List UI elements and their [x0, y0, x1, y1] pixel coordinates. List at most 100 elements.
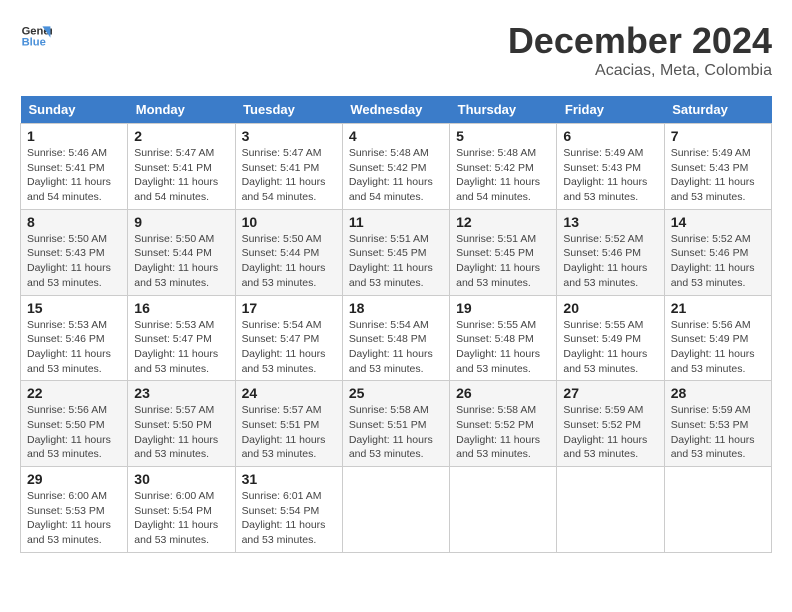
- header-day-tuesday: Tuesday: [235, 96, 342, 124]
- day-info: Sunrise: 5:51 AMSunset: 5:45 PMDaylight:…: [456, 232, 550, 291]
- day-number: 14: [671, 214, 765, 230]
- day-number: 6: [563, 128, 657, 144]
- day-info: Sunrise: 5:58 AMSunset: 5:51 PMDaylight:…: [349, 403, 443, 462]
- day-number: 3: [242, 128, 336, 144]
- day-info: Sunrise: 5:52 AMSunset: 5:46 PMDaylight:…: [671, 232, 765, 291]
- day-number: 20: [563, 300, 657, 316]
- day-info: Sunrise: 5:50 AMSunset: 5:44 PMDaylight:…: [242, 232, 336, 291]
- day-number: 19: [456, 300, 550, 316]
- day-cell-20: 20 Sunrise: 5:55 AMSunset: 5:49 PMDayligh…: [557, 295, 664, 381]
- week-row-4: 22 Sunrise: 5:56 AMSunset: 5:50 PMDayligh…: [21, 381, 772, 467]
- empty-cell: [557, 467, 664, 553]
- day-number: 8: [27, 214, 121, 230]
- day-number: 21: [671, 300, 765, 316]
- day-cell-6: 6 Sunrise: 5:49 AMSunset: 5:43 PMDaylight…: [557, 124, 664, 210]
- empty-cell: [342, 467, 449, 553]
- day-info: Sunrise: 5:57 AMSunset: 5:51 PMDaylight:…: [242, 403, 336, 462]
- day-cell-31: 31 Sunrise: 6:01 AMSunset: 5:54 PMDayligh…: [235, 467, 342, 553]
- day-cell-14: 14 Sunrise: 5:52 AMSunset: 5:46 PMDayligh…: [664, 209, 771, 295]
- day-info: Sunrise: 5:51 AMSunset: 5:45 PMDaylight:…: [349, 232, 443, 291]
- day-cell-28: 28 Sunrise: 5:59 AMSunset: 5:53 PMDayligh…: [664, 381, 771, 467]
- title-section: December 2024 Acacias, Meta, Colombia: [508, 20, 772, 80]
- day-info: Sunrise: 5:49 AMSunset: 5:43 PMDaylight:…: [563, 146, 657, 205]
- day-cell-15: 15 Sunrise: 5:53 AMSunset: 5:46 PMDayligh…: [21, 295, 128, 381]
- day-number: 26: [456, 385, 550, 401]
- day-cell-18: 18Sunrise: 5:54 AMSunset: 5:48 PMDayligh…: [342, 295, 449, 381]
- day-cell-1: 1 Sunrise: 5:46 AMSunset: 5:41 PMDaylight…: [21, 124, 128, 210]
- day-number: 1: [27, 128, 121, 144]
- day-cell-13: 13 Sunrise: 5:52 AMSunset: 5:46 PMDayligh…: [557, 209, 664, 295]
- location-title: Acacias, Meta, Colombia: [508, 62, 772, 80]
- header-day-monday: Monday: [128, 96, 235, 124]
- day-number: 15: [27, 300, 121, 316]
- week-row-1: 1 Sunrise: 5:46 AMSunset: 5:41 PMDaylight…: [21, 124, 772, 210]
- day-cell-2: 2Sunrise: 5:47 AMSunset: 5:41 PMDaylight…: [128, 124, 235, 210]
- day-info: Sunrise: 5:59 AMSunset: 5:52 PMDaylight:…: [563, 403, 657, 462]
- header-day-friday: Friday: [557, 96, 664, 124]
- day-number: 5: [456, 128, 550, 144]
- empty-cell: [664, 467, 771, 553]
- day-info: Sunrise: 6:00 AMSunset: 5:53 PMDaylight:…: [27, 489, 121, 548]
- day-number: 17: [242, 300, 336, 316]
- day-number: 31: [242, 471, 336, 487]
- day-info: Sunrise: 5:53 AMSunset: 5:46 PMDaylight:…: [27, 318, 121, 377]
- day-info: Sunrise: 5:52 AMSunset: 5:46 PMDaylight:…: [563, 232, 657, 291]
- day-info: Sunrise: 5:58 AMSunset: 5:52 PMDaylight:…: [456, 403, 550, 462]
- day-info: Sunrise: 6:00 AMSunset: 5:54 PMDaylight:…: [134, 489, 228, 548]
- day-number: 29: [27, 471, 121, 487]
- header-day-saturday: Saturday: [664, 96, 771, 124]
- day-number: 23: [134, 385, 228, 401]
- week-row-2: 8 Sunrise: 5:50 AMSunset: 5:43 PMDaylight…: [21, 209, 772, 295]
- day-info: Sunrise: 5:57 AMSunset: 5:50 PMDaylight:…: [134, 403, 228, 462]
- day-cell-23: 23 Sunrise: 5:57 AMSunset: 5:50 PMDayligh…: [128, 381, 235, 467]
- header-day-wednesday: Wednesday: [342, 96, 449, 124]
- day-cell-30: 30 Sunrise: 6:00 AMSunset: 5:54 PMDayligh…: [128, 467, 235, 553]
- day-info: Sunrise: 5:55 AMSunset: 5:48 PMDaylight:…: [456, 318, 550, 377]
- day-cell-3: 3 Sunrise: 5:47 AMSunset: 5:41 PMDaylight…: [235, 124, 342, 210]
- day-info: Sunrise: 5:56 AMSunset: 5:49 PMDaylight:…: [671, 318, 765, 377]
- page-header: General Blue December 2024 Acacias, Meta…: [20, 20, 772, 80]
- day-cell-29: 29 Sunrise: 6:00 AMSunset: 5:53 PMDayligh…: [21, 467, 128, 553]
- day-cell-25: 25Sunrise: 5:58 AMSunset: 5:51 PMDayligh…: [342, 381, 449, 467]
- day-info: Sunrise: 5:46 AMSunset: 5:41 PMDaylight:…: [27, 146, 121, 205]
- day-number: 4: [349, 128, 443, 144]
- day-info: Sunrise: 6:01 AMSunset: 5:54 PMDaylight:…: [242, 489, 336, 548]
- day-info: Sunrise: 5:50 AMSunset: 5:44 PMDaylight:…: [134, 232, 228, 291]
- logo-icon: General Blue: [20, 20, 52, 52]
- day-cell-26: 26 Sunrise: 5:58 AMSunset: 5:52 PMDayligh…: [450, 381, 557, 467]
- day-cell-22: 22 Sunrise: 5:56 AMSunset: 5:50 PMDayligh…: [21, 381, 128, 467]
- day-info: Sunrise: 5:55 AMSunset: 5:49 PMDaylight:…: [563, 318, 657, 377]
- day-cell-11: 11 Sunrise: 5:51 AMSunset: 5:45 PMDayligh…: [342, 209, 449, 295]
- day-number: 10: [242, 214, 336, 230]
- week-row-3: 15 Sunrise: 5:53 AMSunset: 5:46 PMDayligh…: [21, 295, 772, 381]
- day-number: 27: [563, 385, 657, 401]
- day-cell-27: 27 Sunrise: 5:59 AMSunset: 5:52 PMDayligh…: [557, 381, 664, 467]
- day-number: 11: [349, 214, 443, 230]
- month-title: December 2024: [508, 20, 772, 62]
- day-info: Sunrise: 5:47 AMSunset: 5:41 PMDaylight:…: [134, 146, 228, 205]
- calendar-table: SundayMondayTuesdayWednesdayThursdayFrid…: [20, 96, 772, 553]
- day-number: 28: [671, 385, 765, 401]
- header-day-sunday: Sunday: [21, 96, 128, 124]
- day-number: 9: [134, 214, 228, 230]
- day-number: 12: [456, 214, 550, 230]
- day-cell-9: 9 Sunrise: 5:50 AMSunset: 5:44 PMDaylight…: [128, 209, 235, 295]
- logo: General Blue: [20, 20, 52, 52]
- day-number: 30: [134, 471, 228, 487]
- day-info: Sunrise: 5:59 AMSunset: 5:53 PMDaylight:…: [671, 403, 765, 462]
- day-number: 22: [27, 385, 121, 401]
- day-info: Sunrise: 5:54 AMSunset: 5:48 PMDaylight:…: [349, 318, 443, 377]
- header-row: SundayMondayTuesdayWednesdayThursdayFrid…: [21, 96, 772, 124]
- day-cell-16: 16Sunrise: 5:53 AMSunset: 5:47 PMDayligh…: [128, 295, 235, 381]
- day-cell-19: 19 Sunrise: 5:55 AMSunset: 5:48 PMDayligh…: [450, 295, 557, 381]
- day-cell-17: 17Sunrise: 5:54 AMSunset: 5:47 PMDayligh…: [235, 295, 342, 381]
- day-cell-4: 4Sunrise: 5:48 AMSunset: 5:42 PMDaylight…: [342, 124, 449, 210]
- day-info: Sunrise: 5:50 AMSunset: 5:43 PMDaylight:…: [27, 232, 121, 291]
- empty-cell: [450, 467, 557, 553]
- day-number: 13: [563, 214, 657, 230]
- day-info: Sunrise: 5:56 AMSunset: 5:50 PMDaylight:…: [27, 403, 121, 462]
- day-info: Sunrise: 5:47 AMSunset: 5:41 PMDaylight:…: [242, 146, 336, 205]
- day-cell-21: 21 Sunrise: 5:56 AMSunset: 5:49 PMDayligh…: [664, 295, 771, 381]
- day-cell-5: 5Sunrise: 5:48 AMSunset: 5:42 PMDaylight…: [450, 124, 557, 210]
- day-cell-7: 7Sunrise: 5:49 AMSunset: 5:43 PMDaylight…: [664, 124, 771, 210]
